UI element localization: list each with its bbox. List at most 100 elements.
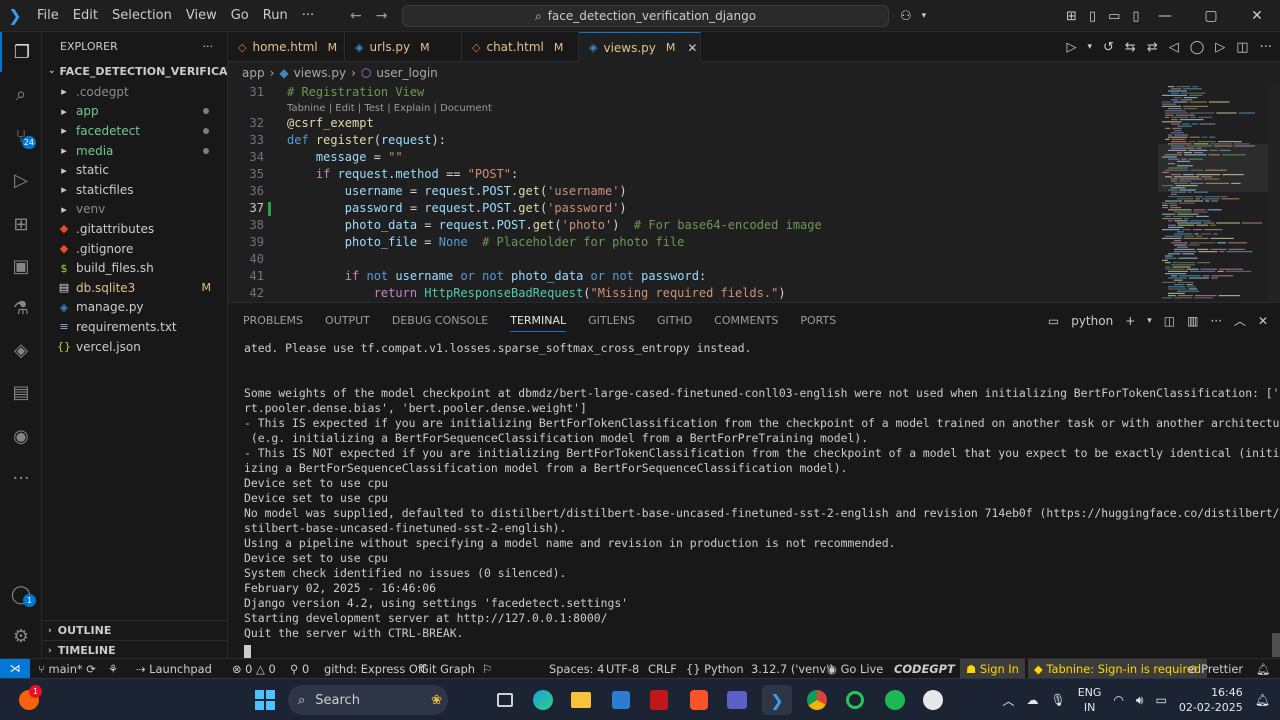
battery-icon[interactable]: ▭ <box>1155 693 1166 707</box>
tree-item-db-sqlite3[interactable]: ▤ db.sqlite3 M <box>42 278 227 298</box>
breadcrumb-symbol[interactable]: user_login <box>376 66 437 80</box>
menu-run[interactable]: Run <box>256 0 295 32</box>
tree-item-facedetect[interactable]: ▸ facedetect <box>42 121 227 141</box>
chevron-down-icon[interactable]: ▾ <box>1147 316 1152 326</box>
panel-tab-comments[interactable]: COMMENTS <box>714 314 778 327</box>
code-line[interactable]: 39 photo_file = None # Placeholder for p… <box>228 234 1148 251</box>
volume-icon[interactable]: 🔊︎ <box>1136 693 1144 708</box>
code-line[interactable]: 35 if request.method == "POST": <box>228 166 1148 183</box>
command-center-search[interactable]: ⌕ face_detection_verification_django <box>402 5 889 27</box>
panel-tab-gitlens[interactable]: GITLENS <box>588 314 635 327</box>
clock[interactable]: 16:46 02-02-2025 <box>1179 685 1243 715</box>
folder-icon[interactable]: ▤ <box>0 372 42 412</box>
panel-tab-ports[interactable]: PORTS <box>800 314 836 327</box>
timeline-section[interactable]: › TIMELINE <box>42 640 228 660</box>
chevron-down-icon[interactable]: ▾ <box>922 11 927 21</box>
source-control-icon[interactable]: ⑂ 24 <box>0 116 42 156</box>
wifi-icon[interactable]: ◠ <box>1113 693 1123 707</box>
code-line[interactable]: 33 def register(request): <box>228 132 1148 149</box>
tabnine-status[interactable]: ◆ Tabnine: Sign-in is required <box>1028 659 1208 679</box>
remote-icon[interactable]: ⋊ <box>0 659 30 679</box>
panel-tab-problems[interactable]: PROBLEMS <box>243 314 303 327</box>
windows-start-icon[interactable] <box>250 685 280 715</box>
tree-item-vercel-json[interactable]: {} vercel.json <box>42 337 227 357</box>
split-editor-icon[interactable]: ◫ <box>1236 40 1248 55</box>
tree-item-manage-py[interactable]: ◈ manage.py <box>42 298 227 318</box>
tree-item-app[interactable]: ▸ app <box>42 102 227 122</box>
menu-more[interactable]: ··· <box>295 0 321 32</box>
code-editor[interactable]: 31 # Registration View 32 @csrf_exempt 33 def… <box>228 84 1280 302</box>
code-line[interactable]: 38 photo_data = request.POST.get('photo'… <box>228 217 1148 234</box>
split-terminal-icon[interactable]: ◫ <box>1164 314 1175 328</box>
settings-gear-icon[interactable]: ⚙ <box>0 616 42 656</box>
tab-close-icon[interactable]: ✕ <box>687 41 697 55</box>
code-line[interactable]: 34 message = "" <box>228 149 1148 166</box>
more-actions-icon[interactable]: ··· <box>1260 40 1272 55</box>
panel-tab-debug-console[interactable]: DEBUG CONSOLE <box>392 314 488 327</box>
project-root[interactable]: ⌄ FACE_DETECTION_VERIFICATION_... <box>42 60 227 82</box>
panel-tab-terminal[interactable]: TERMINAL <box>510 314 567 332</box>
codelens-actions[interactable]: Tabnine | Edit | Test | Explain | Docume… <box>287 100 492 117</box>
go-live-status[interactable]: ◉ Go Live <box>827 659 883 679</box>
run-debug-icon[interactable]: ▷ <box>0 160 42 200</box>
compare-icon[interactable]: ⇆ <box>1125 40 1136 55</box>
spotify-icon[interactable] <box>880 685 910 715</box>
python-icon[interactable]: ◈ <box>0 330 42 370</box>
prettier-status[interactable]: ⊘ Prettier <box>1188 659 1243 679</box>
chrome-icon[interactable] <box>802 685 832 715</box>
explorer-more-icon[interactable]: ··· <box>203 40 214 53</box>
editor-scrollbar[interactable] <box>1268 84 1280 302</box>
tab-home-html[interactable]: ◇ home.html M <box>228 32 345 62</box>
gitlens-compare-icon[interactable]: ⇄ <box>1147 40 1158 55</box>
mcafee-icon[interactable] <box>644 685 674 715</box>
new-terminal-icon[interactable]: + <box>1125 314 1135 328</box>
minimap[interactable] <box>1158 84 1268 302</box>
code-line[interactable]: 41 if not username or not photo_data or … <box>228 268 1148 285</box>
tree-item-static[interactable]: ▸ static <box>42 160 227 180</box>
extensions-icon[interactable]: ⊞ <box>0 204 42 244</box>
brave-icon[interactable] <box>684 685 714 715</box>
microsoft-store-icon[interactable] <box>606 685 636 715</box>
account-icon[interactable]: ◯ 1 <box>0 574 42 614</box>
more-views-icon[interactable]: ··· <box>0 458 42 498</box>
commit-status-icon[interactable]: ⚐ <box>482 659 492 679</box>
ports-status[interactable]: ⚲ 0 <box>290 659 309 679</box>
toggle-secondary-sidebar-icon[interactable]: ▯ <box>1132 9 1139 24</box>
tree-item-staticfiles[interactable]: ▸ staticfiles <box>42 180 227 200</box>
menu-go[interactable]: Go <box>224 0 256 32</box>
teams-icon[interactable] <box>722 685 752 715</box>
tab-chat-html[interactable]: ◇ chat.html M <box>462 32 579 62</box>
close-panel-icon[interactable]: ✕ <box>1258 314 1268 328</box>
testing-icon[interactable]: ⚗ <box>0 288 42 328</box>
eol-status[interactable]: CRLF <box>648 659 677 679</box>
copilot-app-icon[interactable]: 1 <box>14 685 44 715</box>
language-status[interactable]: {} Python <box>686 659 744 679</box>
breadcrumb-file[interactable]: views.py <box>294 66 346 80</box>
chevron-up-icon[interactable]: ︿ <box>1002 692 1014 709</box>
breadcrumb-folder[interactable]: app <box>242 66 265 80</box>
run-file-icon[interactable]: ▷ <box>1066 40 1076 55</box>
encoding-status[interactable]: UTF-8 <box>606 659 639 679</box>
panel-tab-output[interactable]: OUTPUT <box>325 314 370 327</box>
minimize-icon[interactable]: — <box>1142 8 1188 24</box>
outline-section[interactable]: › OUTLINE <box>42 620 228 640</box>
codegpt-status[interactable]: CODEGPT <box>894 659 955 679</box>
tree-item-gitattributes[interactable]: ◆. gitattributes <box>42 219 227 239</box>
search-activity-icon[interactable]: ⌕ <box>0 74 42 114</box>
branch-indicator[interactable]: ⑂ main* ⟳ <box>38 659 96 679</box>
tree-item-build-files-sh[interactable]: $ build_files.sh <box>42 258 227 278</box>
maximize-panel-icon[interactable]: ︿ <box>1234 312 1246 329</box>
language-indicator[interactable]: ENG IN <box>1078 685 1102 715</box>
customize-layout-icon[interactable]: ⊞ <box>1066 9 1077 24</box>
code-line[interactable]: 40 <box>228 251 1148 268</box>
code-line[interactable]: 42 return HttpResponseBadRequest("Missin… <box>228 285 1148 302</box>
microphone-icon[interactable]: 🎙︎ <box>1051 693 1066 707</box>
copilot-icon[interactable]: ⚇ <box>900 9 912 24</box>
remote-explorer-icon[interactable]: ▣ <box>0 246 42 286</box>
sign-in-status[interactable]: ☗ Sign In <box>960 659 1025 679</box>
panel-tab-githd[interactable]: GITHD <box>657 314 692 327</box>
trash-icon[interactable]: ▥ <box>1187 314 1198 328</box>
task-view-icon[interactable] <box>490 685 520 715</box>
toggle-panel-icon[interactable]: ▭ <box>1108 9 1120 24</box>
tree-item-gitignore[interactable]: ◆. gitignore <box>42 239 227 259</box>
